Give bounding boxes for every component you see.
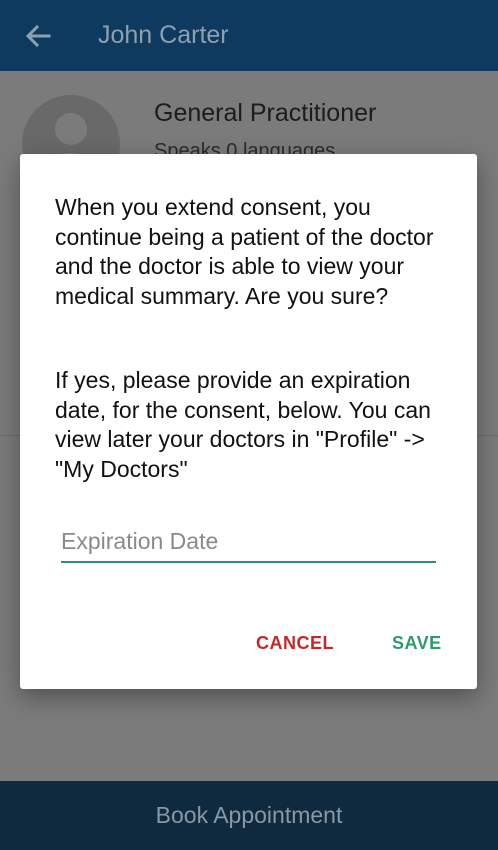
consent-dialog: When you extend consent, you continue be… bbox=[20, 154, 477, 689]
input-underline bbox=[61, 561, 436, 563]
expiration-date-input[interactable] bbox=[61, 519, 436, 563]
back-button[interactable] bbox=[18, 16, 58, 56]
doctor-specialty: General Practitioner bbox=[154, 99, 377, 127]
dialog-message-consent: When you extend consent, you continue be… bbox=[55, 194, 434, 309]
dialog-message-expiration: If yes, please provide an expiration dat… bbox=[55, 367, 431, 482]
arrow-back-icon bbox=[25, 24, 51, 47]
app-root: John Carter General Practitioner Speaks … bbox=[0, 0, 498, 850]
book-appointment-button[interactable]: Book Appointment bbox=[0, 781, 498, 850]
book-appointment-label: Book Appointment bbox=[155, 802, 343, 828]
app-bar: John Carter bbox=[0, 0, 498, 71]
cancel-button[interactable]: CANCEL bbox=[256, 628, 334, 658]
page-title: John Carter bbox=[98, 21, 229, 49]
save-button[interactable]: SAVE bbox=[392, 628, 442, 658]
